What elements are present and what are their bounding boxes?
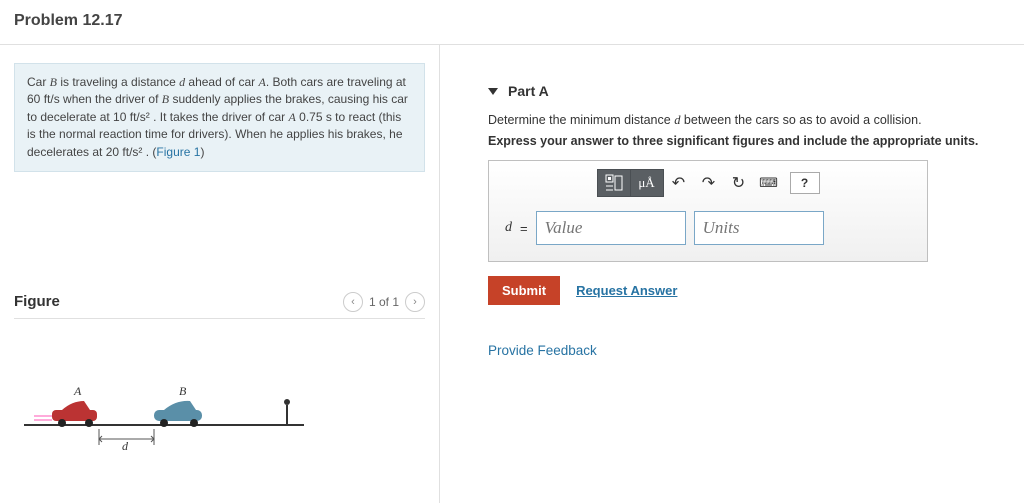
- part-label: Part A: [508, 83, 549, 99]
- submit-button[interactable]: Submit: [488, 276, 560, 305]
- var-a: A: [288, 110, 295, 124]
- text: Car: [27, 75, 50, 89]
- units-button[interactable]: μÅ: [630, 169, 664, 197]
- collapse-icon: [488, 88, 498, 95]
- request-answer-link[interactable]: Request Answer: [576, 283, 677, 298]
- part-instruction: Express your answer to three significant…: [488, 134, 996, 148]
- text: when the driver of: [60, 92, 162, 106]
- var-b: B: [162, 92, 169, 106]
- answer-inputs: d =: [499, 207, 917, 249]
- figure-image: A B: [14, 355, 425, 475]
- text: is traveling a distance: [57, 75, 179, 89]
- problem-intro: Car B is traveling a distance d ahead of…: [14, 63, 425, 172]
- text: between the cars so as to avoid a collis…: [680, 113, 921, 127]
- help-button[interactable]: ?: [790, 172, 820, 194]
- units-input[interactable]: [694, 211, 824, 245]
- unit: ft/s²: [130, 110, 150, 124]
- provide-feedback-link[interactable]: Provide Feedback: [488, 343, 996, 358]
- unit: ft/s²: [122, 145, 142, 159]
- figure-link[interactable]: Figure 1: [156, 145, 200, 159]
- var-a: A: [258, 75, 265, 89]
- text: . It takes the driver of car: [150, 110, 289, 124]
- undo-button[interactable]: ↶: [664, 169, 694, 197]
- pager-text: 1 of 1: [369, 295, 399, 309]
- part-prompt: Determine the minimum distance d between…: [488, 113, 996, 128]
- content-columns: Car B is traveling a distance d ahead of…: [0, 45, 1024, 503]
- figure-heading: Figure: [14, 293, 60, 310]
- reset-button[interactable]: ↻: [724, 169, 754, 197]
- prev-figure-button[interactable]: ‹: [343, 292, 363, 312]
- unit: ft/s: [44, 92, 60, 106]
- title-bar: Problem 12.17: [0, 0, 1024, 45]
- dim-d-label: d: [122, 439, 129, 453]
- figure-header: Figure ‹ 1 of 1 ›: [14, 292, 425, 319]
- answer-variable: d: [505, 220, 512, 236]
- equals: =: [520, 221, 528, 236]
- var-b: B: [50, 75, 57, 89]
- answer-box: μÅ ↶ ↷ ↻ ⌨ ? d =: [488, 160, 928, 262]
- problem-title: Problem 12.17: [14, 12, 1010, 30]
- template-button[interactable]: [597, 169, 631, 197]
- car-b-label: B: [179, 384, 187, 398]
- submit-row: Submit Request Answer: [488, 276, 996, 305]
- text: ahead of car: [185, 75, 258, 89]
- text: ): [200, 145, 204, 159]
- redo-button[interactable]: ↷: [694, 169, 724, 197]
- value-input[interactable]: [536, 211, 686, 245]
- figure-pager: ‹ 1 of 1 ›: [343, 292, 425, 312]
- left-column: Car B is traveling a distance d ahead of…: [0, 45, 440, 503]
- part-header[interactable]: Part A: [488, 83, 996, 99]
- answer-toolbar: μÅ ↶ ↷ ↻ ⌨ ?: [499, 169, 917, 197]
- right-column: Part A Determine the minimum distance d …: [440, 45, 1024, 503]
- next-figure-button[interactable]: ›: [405, 292, 425, 312]
- text: Determine the minimum distance: [488, 113, 674, 127]
- car-a-label: A: [73, 384, 82, 398]
- keyboard-button[interactable]: ⌨: [754, 169, 784, 197]
- text: . (: [142, 145, 156, 159]
